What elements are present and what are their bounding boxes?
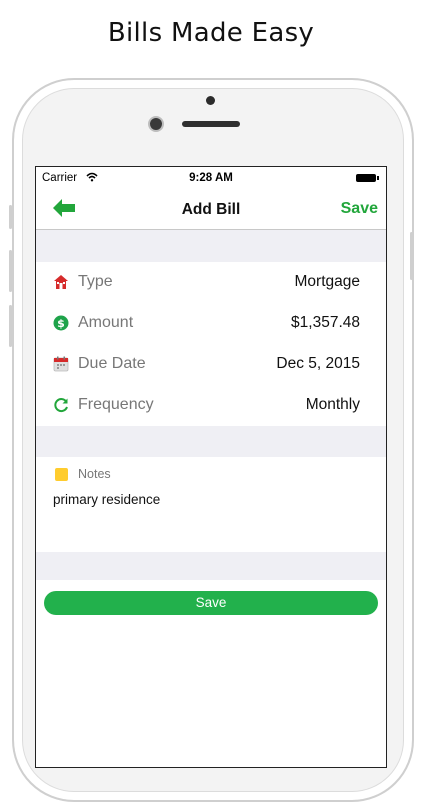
amount-value: $1,357.48: [291, 314, 360, 331]
section-separator: [36, 426, 386, 457]
repeat-icon: [54, 398, 68, 413]
dollar-icon: $: [53, 315, 69, 331]
save-button[interactable]: Save: [44, 591, 378, 615]
frequency-label: Frequency: [78, 396, 154, 413]
status-bar: Carrier 9:28 AM: [36, 167, 386, 189]
type-value: Mortgage: [294, 273, 360, 290]
due-date-label: Due Date: [78, 355, 146, 372]
due-date-row[interactable]: Due Date Dec 5, 2015: [36, 344, 386, 385]
side-button-right: [410, 232, 413, 280]
battery-icon: [356, 174, 379, 182]
side-button-left: [9, 205, 12, 229]
amount-row[interactable]: $ Amount $1,357.48: [36, 303, 386, 344]
calendar-icon: [53, 356, 69, 372]
notes-text[interactable]: primary residence: [53, 492, 160, 507]
proximity-sensor: [206, 96, 215, 105]
amount-label: Amount: [78, 314, 134, 331]
sticky-note-icon: [55, 468, 68, 481]
side-button-left: [9, 250, 12, 292]
house-icon: [54, 275, 68, 289]
type-row[interactable]: Type Mortgage: [36, 262, 386, 303]
front-camera: [150, 118, 162, 130]
notes-label: Notes: [78, 467, 111, 481]
side-button-left: [9, 305, 12, 347]
section-separator: [36, 552, 386, 580]
page-title: Add Bill: [181, 201, 241, 218]
notes-section[interactable]: Notes primary residence: [36, 457, 386, 552]
section-separator: [36, 230, 386, 262]
type-label: Type: [78, 273, 113, 290]
frequency-row[interactable]: Frequency Monthly: [36, 385, 386, 426]
nav-save-button[interactable]: Save: [341, 200, 378, 218]
phone-screen: Carrier 9:28 AM Add Bill Save Type Mortg…: [35, 166, 387, 768]
navigation-bar: Add Bill Save: [36, 189, 386, 230]
svg-text:$: $: [57, 317, 65, 330]
frequency-value: Monthly: [305, 396, 360, 413]
earpiece-speaker: [182, 121, 240, 127]
due-date-value: Dec 5, 2015: [276, 355, 360, 372]
marketing-title: Bills Made Easy: [107, 18, 315, 48]
status-time: 9:28 AM: [189, 172, 233, 184]
